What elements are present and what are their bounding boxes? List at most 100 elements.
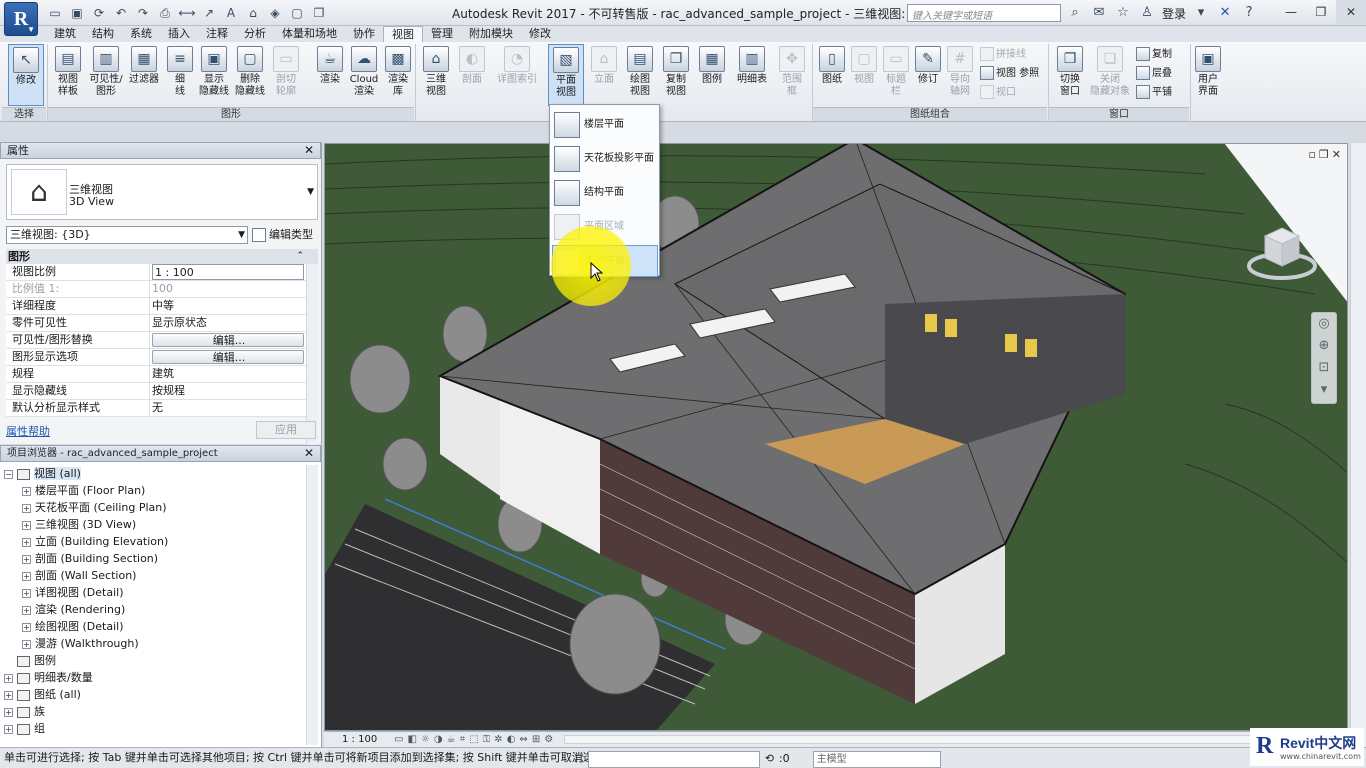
- viewports-button[interactable]: 视口: [980, 84, 1016, 102]
- browser-tree-item[interactable]: + 楼层平面 (Floor Plan): [4, 482, 306, 499]
- plan-view-option-3[interactable]: 平面区域: [552, 211, 658, 243]
- expand-icon[interactable]: +: [4, 707, 13, 717]
- type-selector[interactable]: ⌂ 三维视图 3D View ▼: [6, 164, 318, 220]
- legends-button[interactable]: ▦ 图例: [694, 44, 730, 106]
- analytical-model-icon[interactable]: ⊞: [532, 732, 540, 747]
- select-panel-label[interactable]: 选择: [2, 107, 46, 121]
- tab-7[interactable]: 协作: [345, 26, 383, 42]
- property-value[interactable]: 中等: [150, 298, 306, 314]
- design-option-selector[interactable]: 主模型: [812, 750, 941, 768]
- filters-button[interactable]: ▦ 过滤器: [126, 44, 162, 106]
- title-block-button[interactable]: ▭ 标题栏: [878, 44, 914, 106]
- expand-icon[interactable]: +: [4, 690, 13, 700]
- properties-help-link[interactable]: 属性帮助: [6, 423, 50, 439]
- tab-11[interactable]: 修改: [521, 26, 559, 42]
- steering-wheel-icon[interactable]: ◎: [1312, 313, 1336, 335]
- browser-tree-item[interactable]: 图例: [4, 652, 306, 669]
- browser-tree-item[interactable]: + 三维视图 (3D View): [4, 516, 306, 533]
- expand-icon[interactable]: +: [22, 571, 31, 581]
- minimize-icon[interactable]: —: [1276, 0, 1306, 24]
- view-reference-button[interactable]: 视图 参照: [980, 65, 1039, 83]
- cascade-button[interactable]: 层叠: [1136, 65, 1172, 83]
- chevron-down-icon[interactable]: ▾: [1312, 379, 1336, 401]
- visibility-graphics-button[interactable]: ▥ 可见性/图形: [88, 44, 124, 106]
- binoculars-icon[interactable]: ⌕: [1066, 4, 1084, 22]
- minimize-icon[interactable]: ▫: [1308, 148, 1315, 161]
- measure-icon[interactable]: ⟷: [178, 4, 196, 22]
- crop-region-icon[interactable]: ⬚: [469, 732, 478, 747]
- workset-selector[interactable]: [587, 750, 760, 768]
- tab-4[interactable]: 注释: [198, 26, 236, 42]
- apply-button[interactable]: 应用: [256, 421, 316, 439]
- property-value[interactable]: 建筑: [150, 366, 306, 382]
- plan-view-option-1[interactable]: 天花板投影平面: [552, 143, 658, 175]
- user-icon[interactable]: ♙: [1138, 4, 1156, 22]
- crop-icon[interactable]: ⌗: [460, 732, 466, 747]
- tab-8[interactable]: 视图: [383, 26, 423, 42]
- schedules-button[interactable]: ▥ 明细表: [732, 44, 772, 106]
- visual-style-icon[interactable]: ◧: [407, 732, 416, 747]
- browser-tree-item[interactable]: + 剖面 (Building Section): [4, 550, 306, 567]
- section-button[interactable]: ◐ 剖面: [454, 44, 490, 106]
- expand-icon[interactable]: +: [22, 503, 31, 513]
- edit-button[interactable]: 编辑...: [152, 333, 304, 347]
- lock-icon[interactable]: ⚿: [483, 732, 491, 747]
- close-icon[interactable]: ✕: [1332, 148, 1341, 161]
- expand-icon[interactable]: +: [22, 520, 31, 530]
- expand-icon[interactable]: +: [4, 724, 13, 734]
- guide-grid-button[interactable]: # 导向 轴网: [942, 44, 978, 106]
- viewcube-icon[interactable]: [1247, 214, 1317, 284]
- subscription-icon[interactable]: ✉: [1090, 4, 1108, 22]
- undo-icon[interactable]: ↶: [112, 4, 130, 22]
- tab-6[interactable]: 体量和场地: [274, 26, 345, 42]
- sync-icon[interactable]: ⟳: [90, 4, 108, 22]
- browser-tree-item[interactable]: + 明细表/数量: [4, 669, 306, 686]
- favorites-icon[interactable]: ☆: [1114, 4, 1132, 22]
- remove-hidden-lines-button[interactable]: ▢ 删除 隐藏线: [232, 44, 268, 106]
- close-icon[interactable]: ✕: [1336, 0, 1366, 24]
- detail-level-icon[interactable]: ▭: [394, 732, 403, 747]
- expand-icon[interactable]: +: [4, 673, 13, 683]
- editable-icon[interactable]: ⟲: [765, 749, 774, 768]
- drafting-view-button[interactable]: ▤ 绘图 视图: [622, 44, 658, 106]
- plan-view-option-4[interactable]: 面积平面: [552, 245, 658, 277]
- zoom-icon[interactable]: ⊕: [1312, 335, 1336, 357]
- worksets-icon[interactable]: ⛶: [575, 749, 583, 768]
- zoom-region-icon[interactable]: ⊡: [1312, 357, 1336, 379]
- property-value[interactable]: 显示原状态: [150, 315, 306, 331]
- property-value[interactable]: 1 : 100: [152, 264, 304, 280]
- matchline-button[interactable]: 拼接线: [980, 46, 1026, 64]
- browser-tree-item[interactable]: + 详图视图 (Detail): [4, 584, 306, 601]
- worksharing-icon[interactable]: ⇔: [519, 732, 527, 747]
- callout-button[interactable]: ◔ 详图索引: [494, 44, 540, 106]
- search-input[interactable]: 键入关键字或短语: [907, 4, 1061, 22]
- browser-tree-item[interactable]: + 漫游 (Walkthrough): [4, 635, 306, 652]
- browser-scrollbar[interactable]: [306, 465, 318, 745]
- view-scale[interactable]: 1 : 100: [342, 732, 377, 747]
- elevation-button[interactable]: ⌂ 立面: [586, 44, 622, 106]
- view-template-button[interactable]: ▤ 视图 样板: [50, 44, 86, 106]
- open-icon[interactable]: ▭: [46, 4, 64, 22]
- shadows-icon[interactable]: ◑: [434, 732, 443, 747]
- redo-icon[interactable]: ↷: [134, 4, 152, 22]
- property-value[interactable]: 按规程: [150, 383, 306, 399]
- temporary-hide-icon[interactable]: ✲: [494, 732, 502, 747]
- browser-tree-item[interactable]: + 绘图视图 (Detail): [4, 618, 306, 635]
- dimension-icon[interactable]: ↗: [200, 4, 218, 22]
- restore-icon[interactable]: ❐: [1306, 0, 1336, 24]
- tab-3[interactable]: 插入: [160, 26, 198, 42]
- browser-tree-item[interactable]: + 图纸 (all): [4, 686, 306, 703]
- sun-path-icon[interactable]: ☼: [421, 732, 430, 747]
- 3d-view-button[interactable]: ⌂ 三维 视图: [418, 44, 454, 106]
- show-hidden-lines-button[interactable]: ▣ 显示 隐藏线: [196, 44, 232, 106]
- close-view-icon[interactable]: ▢: [288, 4, 306, 22]
- browser-tree-item[interactable]: + 立面 (Building Elevation): [4, 533, 306, 550]
- viewport-horizontal-scrollbar[interactable]: [564, 735, 1324, 744]
- browser-tree-item[interactable]: + 族: [4, 703, 306, 720]
- switch-window-icon[interactable]: ❐: [310, 4, 328, 22]
- expand-icon[interactable]: +: [22, 605, 31, 615]
- help-icon[interactable]: ?: [1240, 4, 1258, 22]
- tab-9[interactable]: 管理: [423, 26, 461, 42]
- render-icon[interactable]: ☕: [447, 732, 456, 747]
- chevron-down-icon[interactable]: ▾: [1192, 4, 1210, 22]
